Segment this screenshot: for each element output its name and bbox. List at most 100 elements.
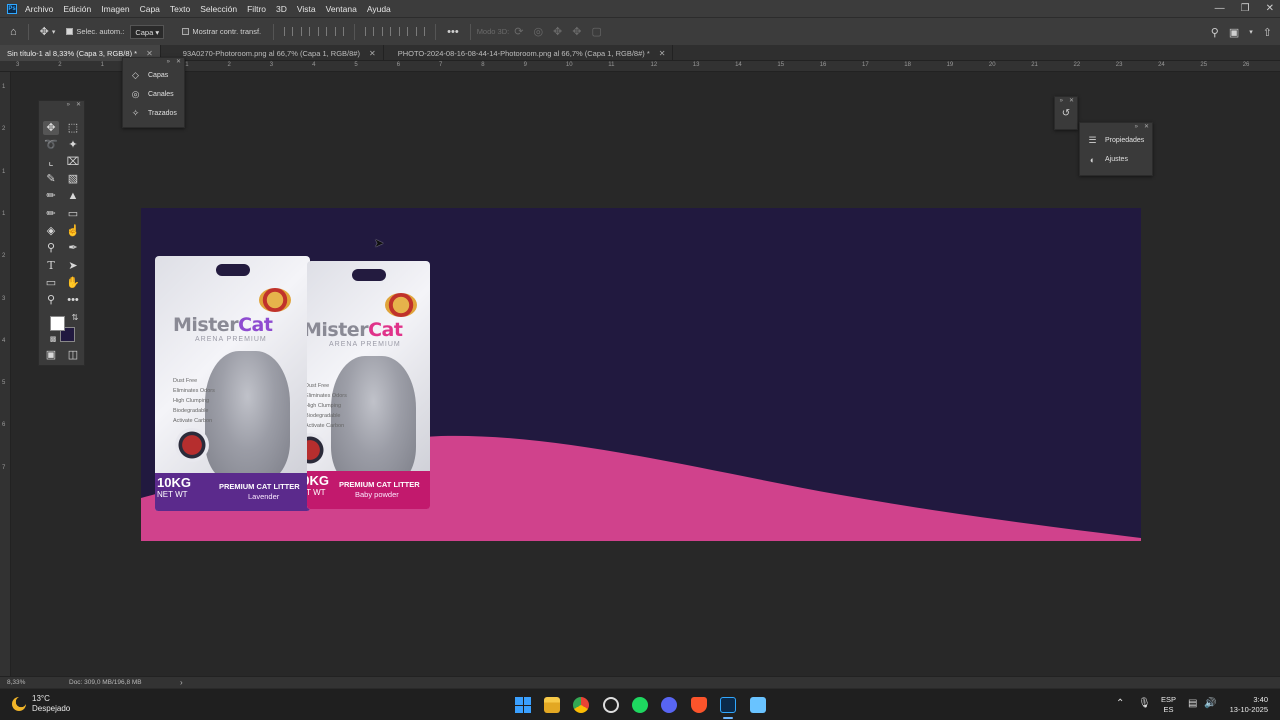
chevron-up-icon[interactable]: ⌃ (1116, 698, 1124, 709)
brave-icon[interactable] (691, 697, 707, 713)
home-icon[interactable]: ⌂ (10, 26, 17, 38)
frame-tool-icon[interactable]: ⌧ (65, 155, 81, 169)
close-icon[interactable]: ✕ (1144, 123, 1149, 131)
history-icon[interactable]: ↺ (1061, 108, 1072, 119)
collapse-icon[interactable]: » (67, 101, 70, 109)
layer-dropdown[interactable]: Capa ▾ (130, 24, 165, 39)
collapse-icon[interactable]: » (167, 58, 170, 66)
close-icon[interactable]: ✕ (176, 58, 181, 66)
menu-3d[interactable]: 3D (276, 4, 287, 14)
menu-archivo[interactable]: Archivo (25, 4, 53, 14)
screen-mode-icon[interactable]: ◫ (65, 348, 81, 362)
move-tool-icon[interactable]: ✥ (43, 121, 59, 135)
swap-colors-icon[interactable]: ⇅ (67, 311, 83, 325)
discord-icon[interactable] (661, 697, 677, 713)
photoshop-logo-icon[interactable]: Ps (7, 3, 17, 14)
spotify-icon[interactable] (632, 697, 648, 713)
rectangle-tool-icon[interactable]: ▭ (43, 276, 59, 290)
transform-controls-checkbox[interactable] (182, 28, 190, 35)
move-tool-icon[interactable]: ✥ (40, 25, 49, 38)
paint-bucket-tool-icon[interactable]: ◈ (43, 224, 59, 238)
collapse-icon[interactable]: » (1060, 97, 1063, 105)
photoshop-taskbar-icon[interactable] (720, 697, 736, 713)
search-icon[interactable]: ⚲ (1211, 26, 1219, 39)
path-selection-tool-icon[interactable]: ➤ (65, 259, 81, 273)
language-indicator[interactable]: ESP ES (1161, 695, 1176, 715)
hand-tool-icon[interactable]: ✋ (65, 276, 81, 290)
menu-imagen[interactable]: Imagen (101, 4, 129, 14)
menu-ventana[interactable]: Ventana (326, 4, 357, 14)
chevron-down-icon[interactable]: ▾ (1249, 28, 1253, 36)
tab-document-2[interactable]: 93A0270-Photoroom.png al 66,7% (Capa 1, … (161, 45, 384, 61)
align-right-icon[interactable] (318, 27, 328, 36)
menu-capa[interactable]: Capa (140, 4, 160, 14)
quick-mask-icon[interactable]: ▣ (43, 348, 59, 362)
pen-tool-icon[interactable]: ✒ (65, 241, 81, 255)
network-icon[interactable]: ▤ (1188, 698, 1197, 709)
history-brush-tool-icon[interactable]: ✏ (43, 207, 59, 221)
collapse-icon[interactable]: » (1135, 123, 1138, 131)
auto-select-checkbox[interactable] (66, 28, 74, 35)
healing-brush-tool-icon[interactable]: ▧ (65, 172, 81, 186)
close-icon[interactable]: ✕ (659, 46, 666, 61)
workspace-icon[interactable]: ▣ (1229, 26, 1239, 39)
more-options-icon[interactable]: ••• (447, 26, 459, 38)
menu-seleccion[interactable]: Selección (200, 4, 237, 14)
panel-item-trazados[interactable]: ✧ Trazados (123, 104, 184, 123)
chrome-icon[interactable] (573, 697, 589, 713)
magic-wand-tool-icon[interactable]: ✦ (65, 138, 81, 152)
smudge-tool-icon[interactable]: ☝ (65, 224, 81, 238)
default-colors-icon[interactable]: ▩ (45, 333, 61, 347)
align-center-icon[interactable] (301, 27, 311, 36)
close-icon[interactable]: ✕ (1069, 97, 1074, 105)
product-bag-baby-powder[interactable]: MisterCat ARENA PREMIUM Dust Free Elimin… (307, 261, 430, 509)
menu-texto[interactable]: Texto (170, 4, 190, 14)
type-tool-icon[interactable]: T (43, 259, 59, 273)
menu-edicion[interactable]: Edición (63, 4, 91, 14)
chatgpt-icon[interactable] (603, 697, 619, 713)
lasso-tool-icon[interactable]: ➰ (43, 138, 59, 152)
file-explorer-icon[interactable] (544, 697, 560, 713)
panel-item-ajustes[interactable]: ◐ Ajustes (1080, 150, 1152, 169)
brush-tool-icon[interactable]: ✏ (43, 189, 59, 203)
share-icon[interactable]: ⇧ (1263, 26, 1272, 39)
close-icon[interactable]: ✕ (1266, 3, 1274, 14)
marquee-tool-icon[interactable]: ⬚ (65, 121, 81, 135)
windows-start-icon[interactable] (515, 697, 531, 713)
menu-ayuda[interactable]: Ayuda (367, 4, 391, 14)
more-tools-icon[interactable]: ••• (65, 293, 81, 307)
menu-vista[interactable]: Vista (297, 4, 316, 14)
weather-widget[interactable]: 13°C Despejado (12, 694, 70, 714)
crop-tool-icon[interactable]: ⌞ (43, 155, 59, 169)
align-left-icon[interactable] (284, 27, 294, 36)
align-middle-icon[interactable] (382, 27, 392, 36)
panel-item-capas[interactable]: ◇ Capas (123, 66, 184, 85)
align-bottom-icon[interactable] (399, 27, 409, 36)
distribute-icon[interactable] (335, 27, 345, 36)
microphone-icon[interactable]: 🎙 (1138, 698, 1151, 709)
volume-icon[interactable]: 🔊 (1204, 698, 1216, 709)
foreground-color-swatch[interactable] (50, 316, 65, 331)
ruler-vertical[interactable]: 1 2 1 1 2 3 4 5 6 7 (0, 72, 11, 676)
chevron-down-icon[interactable]: ▾ (52, 28, 56, 36)
menu-filtro[interactable]: Filtro (247, 4, 266, 14)
clock[interactable]: 3:40 13-10-2025 (1230, 695, 1268, 715)
stamp-tool-icon[interactable]: ▲ (65, 189, 81, 203)
chevron-right-icon[interactable]: › (180, 677, 183, 688)
ruler-horizontal[interactable]: 3210123456789101112131415161718192021222… (0, 61, 1280, 72)
close-icon[interactable]: ✕ (76, 101, 81, 109)
minimize-icon[interactable]: — (1215, 3, 1225, 14)
zoom-level[interactable]: 8,33% (7, 677, 25, 688)
document-canvas[interactable]: MisterCat ARENA PREMIUM Dust Free Elimin… (141, 208, 1141, 541)
close-icon[interactable]: ✕ (369, 46, 376, 61)
dodge-tool-icon[interactable]: ⚲ (43, 241, 59, 255)
notepad-icon[interactable] (750, 697, 766, 713)
distribute-vertical-icon[interactable] (416, 27, 426, 36)
restore-icon[interactable]: ❐ (1241, 3, 1250, 14)
product-bag-lavender[interactable]: MisterCat ARENA PREMIUM Dust Free Elimin… (155, 256, 310, 511)
eyedropper-tool-icon[interactable]: ✎ (43, 172, 59, 186)
eraser-tool-icon[interactable]: ▭ (65, 207, 81, 221)
tab-document-3[interactable]: PHOTO-2024-08-16-08-44-14-Photoroom.png … (384, 45, 674, 61)
zoom-tool-icon[interactable]: ⚲ (43, 293, 59, 307)
panel-item-canales[interactable]: ◎ Canales (123, 85, 184, 104)
